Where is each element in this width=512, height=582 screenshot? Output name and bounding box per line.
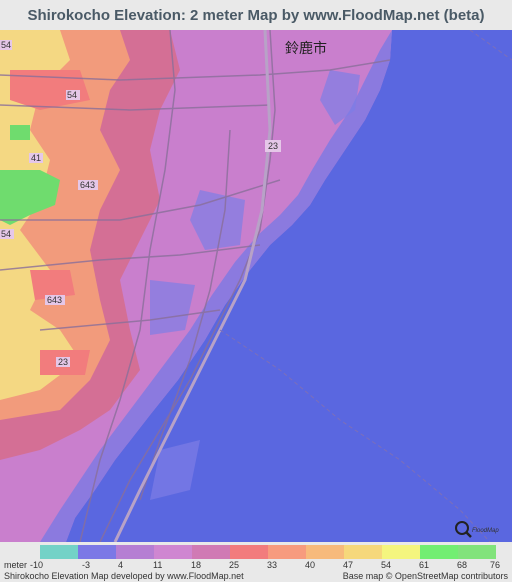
logo-text: FloodMap [472, 528, 499, 534]
legend-swatch [382, 545, 420, 559]
route-label: 54 [1, 229, 11, 239]
route-label: 23 [268, 141, 278, 151]
legend-value: 18 [191, 560, 202, 570]
legend-value: 68 [457, 560, 468, 570]
legend-value: 11 [153, 560, 163, 570]
legend-unit-label: meter [4, 560, 28, 570]
logo-icon: FloodMap [455, 521, 499, 538]
legend-swatch [192, 545, 230, 559]
legend-value: 61 [419, 560, 430, 570]
route-label: 643 [47, 295, 62, 305]
floodmap-logo: FloodMap [454, 520, 508, 540]
legend-swatch [306, 545, 344, 559]
legend-color-bar [40, 545, 496, 559]
route-label: 54 [1, 40, 11, 50]
legend-value: 54 [381, 560, 392, 570]
route-label: 643 [80, 180, 95, 190]
map-canvas: 54 54 41 643 54 23 643 23 鈴鹿市 [0, 30, 512, 542]
legend-swatch [268, 545, 306, 559]
footer-credit-right[interactable]: Base map © OpenStreetMap contributors [343, 571, 508, 581]
legend-value: -3 [82, 560, 91, 570]
legend-value: 47 [343, 560, 354, 570]
legend-value: 76 [490, 560, 501, 570]
legend-swatch [230, 545, 268, 559]
elevation-map[interactable]: 54 54 41 643 54 23 643 23 鈴鹿市 [0, 30, 512, 542]
legend-swatch [458, 545, 496, 559]
legend-swatch [154, 545, 192, 559]
legend-swatch [344, 545, 382, 559]
footer: Shirokocho Elevation Map developed by ww… [0, 571, 512, 582]
legend-swatch [40, 545, 78, 559]
legend-value: 4 [118, 560, 124, 570]
route-label: 23 [58, 357, 68, 367]
legend-swatch [420, 545, 458, 559]
legend-swatch [78, 545, 116, 559]
route-label: 41 [31, 153, 41, 163]
city-label: 鈴鹿市 [285, 40, 327, 57]
route-label: 54 [67, 90, 77, 100]
legend-swatch [116, 545, 154, 559]
legend-value: 40 [305, 560, 316, 570]
legend-value: -10 [30, 560, 44, 570]
footer-credit-left[interactable]: Shirokocho Elevation Map developed by ww… [4, 571, 244, 581]
page-title: Shirokocho Elevation: 2 meter Map by www… [27, 6, 485, 24]
legend-value: 33 [267, 560, 278, 570]
legend-value: 25 [229, 560, 240, 570]
